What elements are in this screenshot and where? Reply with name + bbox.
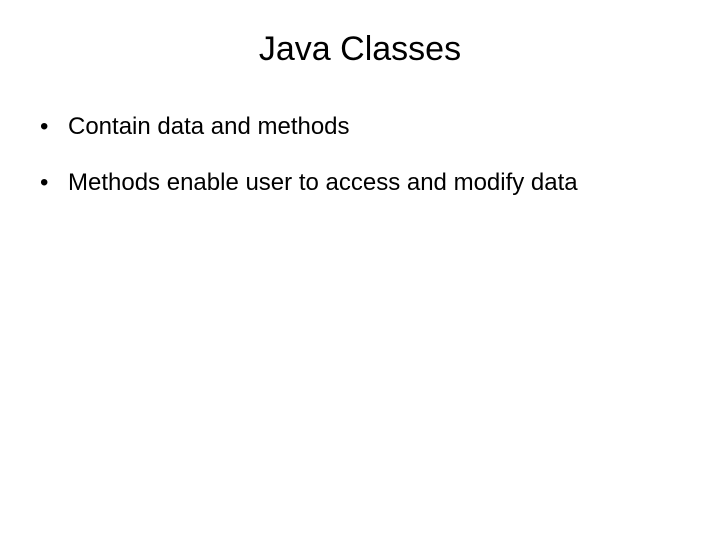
- bullet-list: Contain data and methods Methods enable …: [20, 109, 700, 201]
- slide-title: Java Classes: [20, 30, 700, 69]
- bullet-item: Methods enable user to access and modify…: [40, 165, 700, 201]
- bullet-item: Contain data and methods: [40, 109, 700, 145]
